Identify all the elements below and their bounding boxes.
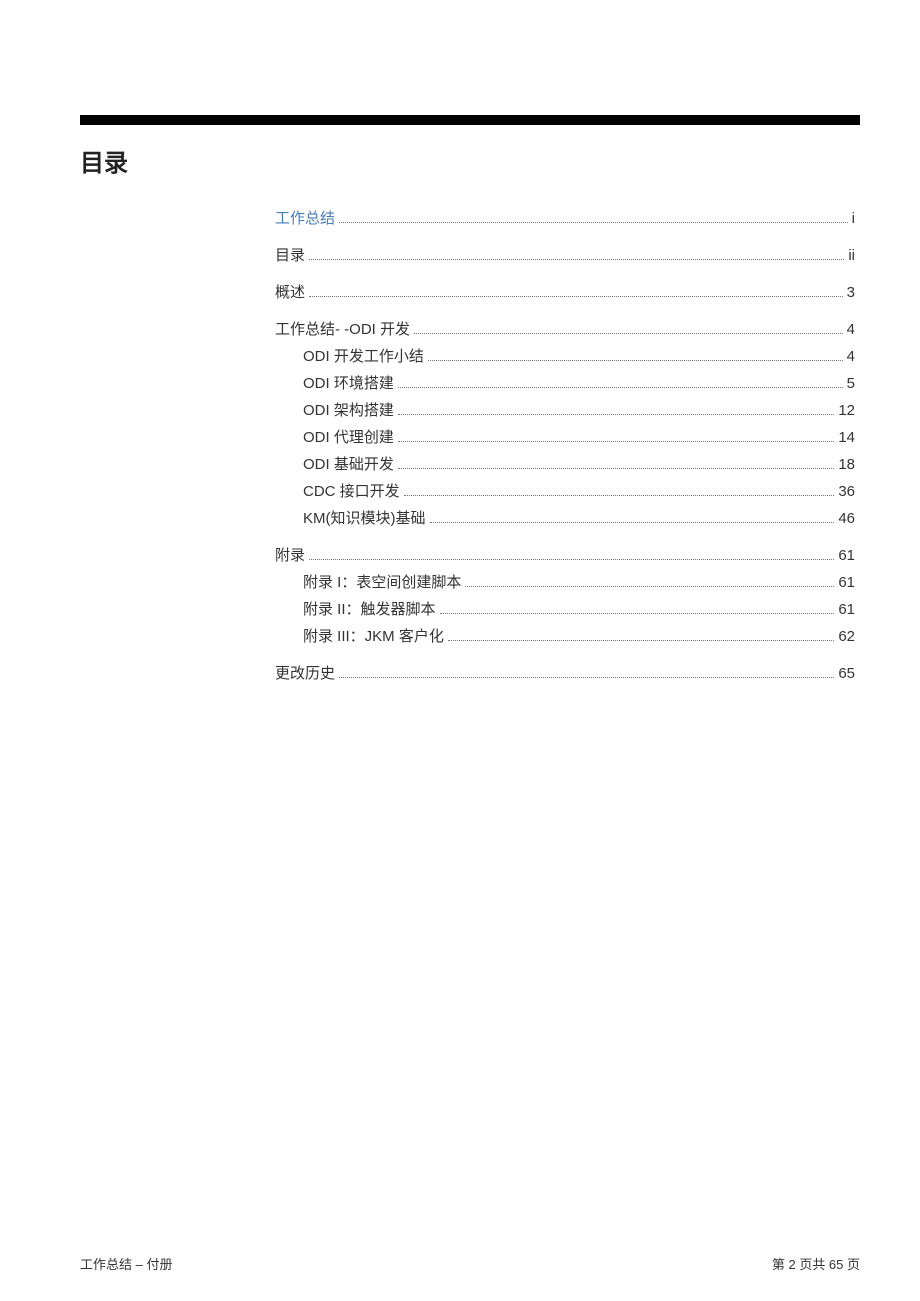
toc-row: 附录 III：JKM 客户化 62 [275,626,855,647]
toc-leader-dots [465,586,834,587]
toc-label: ODI 开发工作小结 [303,346,424,367]
toc-label: 工作总结- -ODI 开发 [275,319,410,340]
toc-row: ODI 环境搭建 5 [275,373,855,394]
toc-row: 更改历史 65 [275,663,855,684]
toc-page-number: 4 [847,346,855,367]
toc-leader-dots [430,522,835,523]
toc-label: CDC 接口开发 [303,481,400,502]
toc-page-number: 3 [847,282,855,303]
footer-right: 第 2 页共 65 页 [772,1254,860,1273]
toc-label[interactable]: 工作总结 [275,208,335,229]
toc-page-number: 62 [838,626,855,647]
toc-row: 附录 II：触发器脚本 61 [275,599,855,620]
toc-row: ODI 基础开发 18 [275,454,855,475]
toc-leader-dots [398,387,843,388]
toc-page-number: 18 [838,454,855,475]
toc-row: ODI 开发工作小结 4 [275,346,855,367]
toc-row[interactable]: 工作总结 i [275,208,855,229]
document-page: 目录 工作总结 i 目录 ii 概述 3 工作总结- -ODI 开发 4 ODI 开发工作小结 4… [0,0,920,1301]
toc-label: 附录 III：JKM 客户化 [303,626,444,647]
toc-leader-dots [339,222,848,223]
toc-leader-dots [309,259,844,260]
page-title: 目录 [80,143,860,178]
toc-row: 概述 3 [275,282,855,303]
toc-page-number: 61 [838,599,855,620]
table-of-contents: 工作总结i目录ii概述3工作总结- -ODI 开发4ODI 开发工作小结4ODI… [275,208,855,684]
toc-label: 附录 I：表空间创建脚本 [303,572,461,593]
toc-page-number: i [852,208,855,229]
toc-label: ODI 架构搭建 [303,400,394,421]
toc-row: 工作总结- -ODI 开发 4 [275,319,855,340]
toc-page-number: 46 [838,508,855,529]
toc-page-number: 65 [838,663,855,684]
toc-label: 附录 II：触发器脚本 [303,599,436,620]
toc-leader-dots [339,677,834,678]
page-footer: 工作总结 – 付册 第 2 页共 65 页 [80,1254,860,1273]
toc-leader-dots [398,441,834,442]
toc-leader-dots [398,414,834,415]
toc-row: 附录 61 [275,545,855,566]
toc-label: 附录 [275,545,305,566]
toc-label: 更改历史 [275,663,335,684]
toc-page-number: 12 [838,400,855,421]
toc-row: 附录 I：表空间创建脚本 61 [275,572,855,593]
toc-leader-dots [309,296,843,297]
toc-page-number: 4 [847,319,855,340]
toc-leader-dots [414,333,843,334]
toc-row: CDC 接口开发 36 [275,481,855,502]
toc-row: 目录 ii [275,245,855,266]
toc-label: 概述 [275,282,305,303]
toc-page-number: 61 [838,545,855,566]
toc-label: ODI 环境搭建 [303,373,394,394]
toc-page-number: 36 [838,481,855,502]
toc-leader-dots [309,559,834,560]
toc-leader-dots [398,468,834,469]
toc-label: 目录 [275,245,305,266]
toc-page-number: 14 [838,427,855,448]
toc-leader-dots [440,613,835,614]
toc-row: KM(知识模块)基础 46 [275,508,855,529]
toc-leader-dots [404,495,835,496]
top-rule [80,115,860,125]
toc-label: ODI 代理创建 [303,427,394,448]
toc-leader-dots [428,360,843,361]
toc-label: KM(知识模块)基础 [303,508,426,529]
toc-page-number: 5 [847,373,855,394]
toc-row: ODI 代理创建 14 [275,427,855,448]
toc-page-number: 61 [838,572,855,593]
toc-label: ODI 基础开发 [303,454,394,475]
toc-row: ODI 架构搭建 12 [275,400,855,421]
footer-left: 工作总结 – 付册 [80,1254,172,1273]
toc-leader-dots [448,640,834,641]
toc-page-number: ii [848,245,855,266]
